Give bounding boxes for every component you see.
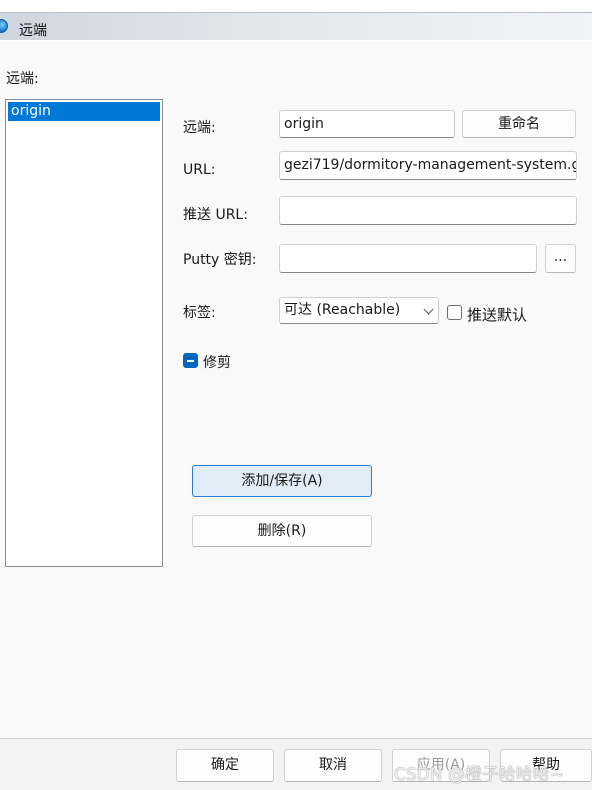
push-default-label: 推送默认 [467, 306, 528, 324]
chevron-down-icon [423, 304, 434, 315]
push-default-checkbox[interactable] [447, 305, 462, 320]
prune-checkbox[interactable] [183, 353, 198, 368]
browse-button[interactable]: ... [545, 244, 576, 273]
list-item-origin[interactable]: origin [8, 102, 160, 121]
url-input[interactable]: gezi719/dormitory-management-system.git [279, 151, 577, 180]
cancel-button[interactable]: 取消 [284, 749, 382, 782]
prune-label: 修剪 [203, 355, 231, 371]
remotes-list-label: 远端: [6, 71, 39, 87]
push-url-label: 推送 URL: [183, 207, 248, 223]
putty-key-label: Putty 密钥: [183, 252, 257, 268]
watermark: CSDN @橙子哈哈哈~ [394, 765, 565, 785]
add-save-button[interactable]: 添加/保存(A) [192, 465, 372, 497]
remotes-list[interactable]: origin [5, 99, 163, 567]
delete-button[interactable]: 删除(R) [192, 515, 372, 547]
putty-key-input[interactable] [279, 244, 537, 273]
push-url-input[interactable] [279, 196, 577, 225]
remote-name-input[interactable]: origin [279, 110, 455, 138]
tags-select[interactable]: 可达 (Reachable) [279, 297, 439, 324]
tags-select-value: 可达 (Reachable) [284, 302, 401, 318]
remote-name-label: 远端: [183, 120, 216, 136]
window-title: 远端 [19, 23, 47, 39]
url-label: URL: [183, 162, 216, 178]
rename-button[interactable]: 重命名 [462, 110, 576, 138]
title-bar [0, 12, 592, 40]
ok-button[interactable]: 确定 [176, 749, 274, 782]
tags-label: 标签: [183, 305, 216, 321]
